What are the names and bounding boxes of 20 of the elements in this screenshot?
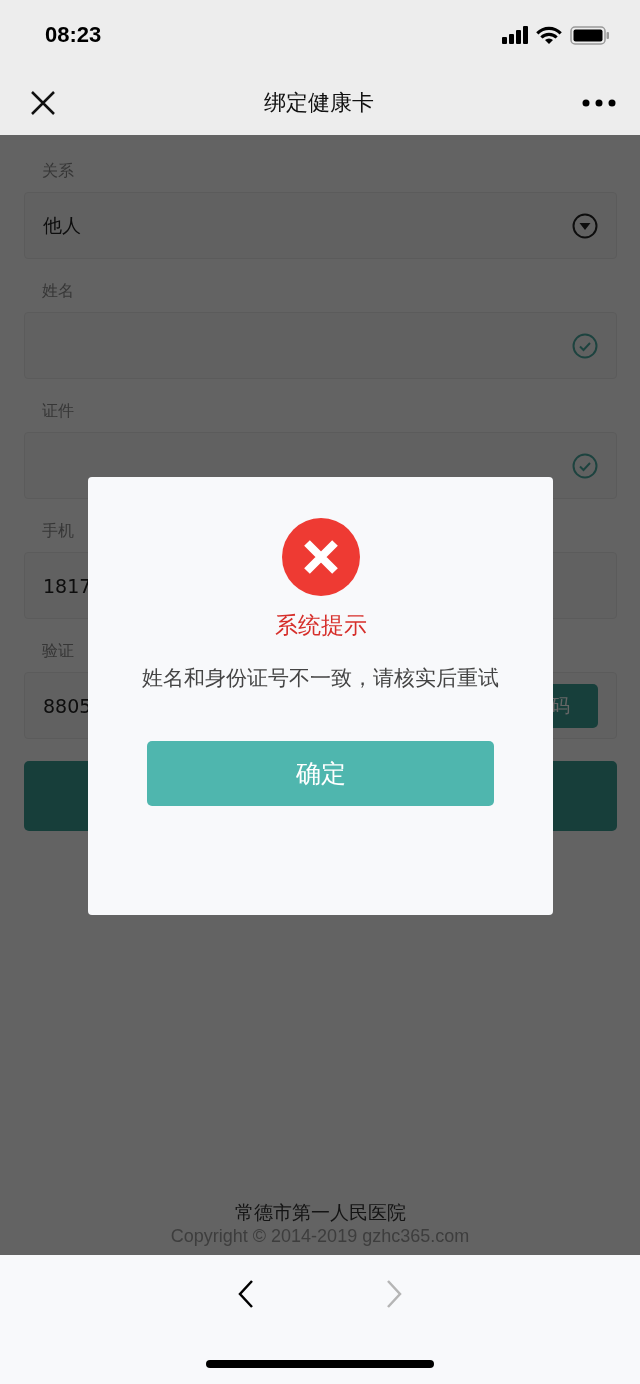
battery-icon: [570, 25, 610, 45]
select-field[interactable]: 他人: [24, 192, 617, 259]
input-field[interactable]: [24, 312, 617, 379]
field-value: 1817: [43, 574, 92, 597]
field-value: 8805: [43, 694, 92, 717]
check-circle-icon: [572, 452, 598, 479]
dropdown-icon[interactable]: [572, 212, 598, 239]
dialog-message: 姓名和身份证号不一致，请核实后重试: [142, 665, 499, 692]
status-time: 08:23: [45, 22, 102, 48]
more-icon[interactable]: [582, 98, 616, 107]
page-title: 绑定健康卡: [264, 88, 374, 117]
confirm-button[interactable]: 确定: [147, 741, 494, 806]
hospital-name: 常德市第一人民医院: [234, 1200, 406, 1225]
wifi-icon: [536, 25, 562, 45]
error-icon: [281, 518, 360, 596]
check-circle-icon: [572, 332, 598, 359]
field-value: 他人: [43, 212, 81, 238]
close-icon[interactable]: [30, 89, 56, 116]
dialog-title: 系统提示: [274, 611, 367, 640]
signal-icon: [502, 26, 528, 44]
